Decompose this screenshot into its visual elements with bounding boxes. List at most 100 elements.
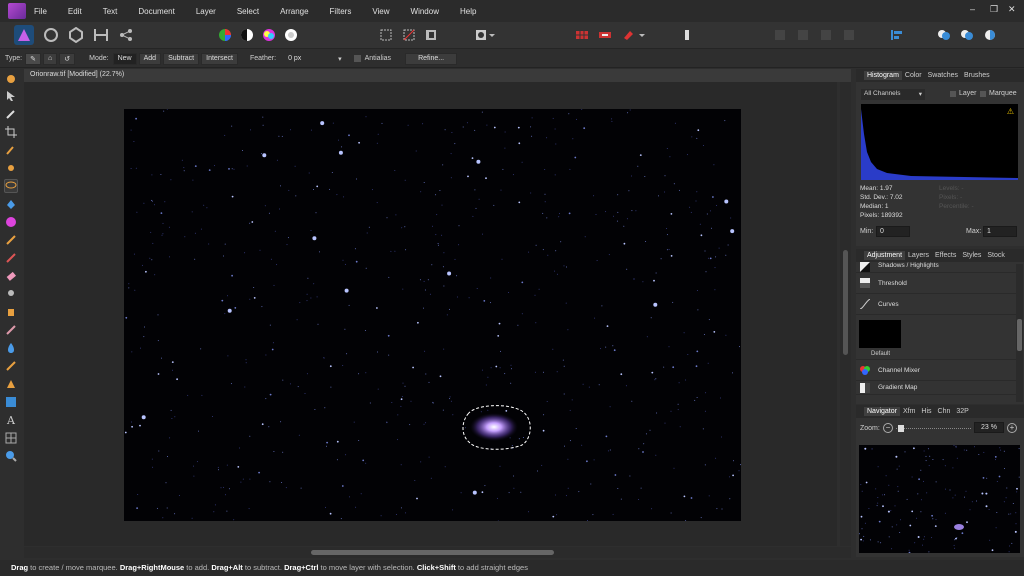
navigator-preview[interactable] bbox=[859, 445, 1020, 553]
horizontal-scroll-thumb[interactable] bbox=[311, 550, 554, 555]
photo-persona-icon[interactable] bbox=[14, 25, 34, 45]
adjustment-item-shadows-highlights[interactable]: Shadows / Highlights bbox=[856, 262, 1016, 273]
min-input[interactable]: 0 bbox=[876, 226, 910, 237]
menu-select[interactable]: Select bbox=[237, 7, 259, 16]
menu-window[interactable]: Window bbox=[411, 7, 439, 16]
magnet-icon[interactable] bbox=[618, 25, 638, 45]
auto-white-balance-icon[interactable] bbox=[281, 25, 301, 45]
mode-intersect-button[interactable]: Intersect bbox=[201, 52, 238, 65]
healing-brush-tool-icon[interactable] bbox=[4, 323, 18, 337]
adjustment-item-gradient-map[interactable]: Gradient Map bbox=[856, 381, 1016, 395]
channels-dropdown[interactable]: All Channels ▾ bbox=[861, 89, 925, 100]
tab-styles[interactable]: Styles bbox=[959, 251, 984, 260]
gradient-tool-icon[interactable] bbox=[4, 215, 18, 229]
menu-view[interactable]: View bbox=[372, 7, 389, 16]
flood-select-tool-icon[interactable] bbox=[4, 161, 18, 175]
zoom-slider[interactable] bbox=[896, 425, 971, 432]
marquee-checkbox[interactable] bbox=[980, 91, 986, 97]
snapping-dropdown-icon[interactable] bbox=[637, 25, 647, 45]
pen-tool-icon[interactable] bbox=[4, 377, 18, 391]
color-picker-tool-icon[interactable] bbox=[4, 107, 18, 121]
paint-brush-tool-icon[interactable] bbox=[4, 233, 18, 247]
tab-adjustment[interactable]: Adjustment bbox=[864, 251, 906, 260]
tone-mapping-persona-icon[interactable] bbox=[91, 25, 111, 45]
levels-icon[interactable] bbox=[215, 25, 235, 45]
tab-swatches[interactable]: Swatches bbox=[925, 71, 961, 80]
menu-help[interactable]: Help bbox=[460, 7, 476, 16]
curves-preset-thumbnail[interactable] bbox=[859, 320, 901, 348]
mesh-warp-tool-icon[interactable] bbox=[4, 431, 18, 445]
fill-tool-icon[interactable] bbox=[4, 197, 18, 211]
tab-navigator[interactable]: Navigator bbox=[864, 407, 900, 416]
select-all-icon[interactable] bbox=[376, 25, 396, 45]
text-tool-icon[interactable]: A bbox=[4, 413, 18, 427]
menu-layer[interactable]: Layer bbox=[196, 7, 216, 16]
blur-tool-icon[interactable] bbox=[4, 341, 18, 355]
tab-histogram[interactable]: Histogram bbox=[864, 71, 902, 80]
move-tool-icon[interactable] bbox=[4, 89, 18, 103]
vertical-scroll-thumb[interactable] bbox=[843, 250, 848, 355]
deselect-icon[interactable] bbox=[399, 25, 419, 45]
vertical-scrollbar[interactable] bbox=[840, 82, 851, 546]
boolean-subtract-icon[interactable] bbox=[957, 25, 977, 45]
tab-effects[interactable]: Effects bbox=[932, 251, 959, 260]
mode-new-button[interactable]: New bbox=[112, 52, 137, 65]
tab-layers[interactable]: Layers bbox=[905, 251, 932, 260]
boolean-intersect-icon[interactable] bbox=[980, 25, 1000, 45]
mode-add-button[interactable]: Add bbox=[138, 52, 162, 65]
chevron-down-icon[interactable] bbox=[487, 25, 497, 45]
adjustment-scroll-thumb[interactable] bbox=[1017, 319, 1022, 351]
tab-channels[interactable]: Chn bbox=[935, 407, 954, 416]
freehand-selection-tool-icon[interactable] bbox=[4, 179, 18, 193]
invert-selection-icon[interactable] bbox=[421, 25, 441, 45]
minimize-button[interactable]: – bbox=[970, 4, 975, 14]
tab-color[interactable]: Color bbox=[902, 71, 925, 80]
polygonal-type-icon[interactable]: ⌂ bbox=[43, 52, 58, 65]
liquify-persona-icon[interactable] bbox=[41, 25, 61, 45]
develop-persona-icon[interactable] bbox=[66, 25, 86, 45]
menu-file[interactable]: File bbox=[34, 7, 47, 16]
tab-transform[interactable]: Xfm bbox=[900, 407, 918, 416]
auto-colors-icon[interactable] bbox=[259, 25, 279, 45]
boolean-add-icon[interactable] bbox=[934, 25, 954, 45]
menu-document[interactable]: Document bbox=[138, 7, 174, 16]
assistant-icon[interactable] bbox=[677, 25, 697, 45]
chevron-down-icon[interactable]: ▾ bbox=[338, 55, 342, 63]
menu-filters[interactable]: Filters bbox=[330, 7, 352, 16]
max-input[interactable]: 1 bbox=[983, 226, 1017, 237]
adjustment-item-channel-mixer[interactable]: Channel Mixer bbox=[856, 360, 1016, 381]
rectangle-tool-icon[interactable] bbox=[4, 395, 18, 409]
dodge-tool-icon[interactable] bbox=[4, 287, 18, 301]
freehand-type-icon[interactable]: ✎ bbox=[25, 52, 41, 65]
canvas-area[interactable] bbox=[24, 82, 837, 546]
tab-brushes[interactable]: Brushes bbox=[961, 71, 993, 80]
adjustment-scrollbar[interactable] bbox=[1016, 264, 1023, 402]
close-button[interactable]: ✕ bbox=[1008, 4, 1016, 15]
horizontal-scrollbar[interactable] bbox=[24, 547, 851, 558]
orion-image[interactable] bbox=[124, 109, 741, 521]
snapping-icon[interactable] bbox=[595, 25, 615, 45]
magnetic-type-icon[interactable]: ↺ bbox=[59, 52, 76, 65]
restore-button[interactable]: ❒ bbox=[990, 4, 998, 15]
tab-stock[interactable]: Stock bbox=[984, 251, 1008, 260]
document-tab[interactable]: Orionraw.tif [Modified] (22.7%) bbox=[24, 69, 851, 82]
pixel-tool-icon[interactable] bbox=[4, 251, 18, 265]
refine-button[interactable]: Refine... bbox=[405, 52, 458, 65]
feather-input[interactable]: 0 px bbox=[284, 52, 335, 65]
zoom-slider-handle[interactable] bbox=[898, 425, 904, 432]
menu-text[interactable]: Text bbox=[103, 7, 118, 16]
zoom-input[interactable]: 23 % bbox=[974, 422, 1004, 433]
grid-icon[interactable] bbox=[572, 25, 592, 45]
antialias-checkbox[interactable] bbox=[353, 55, 361, 62]
adjustment-item-curves[interactable]: Curves bbox=[856, 294, 1016, 315]
hand-tool-icon[interactable] bbox=[4, 71, 18, 85]
selection-brush-tool-icon[interactable] bbox=[4, 143, 18, 157]
crop-tool-icon[interactable] bbox=[4, 125, 18, 139]
layer-checkbox[interactable] bbox=[950, 91, 956, 97]
adjustment-item-threshold[interactable]: Threshold bbox=[856, 273, 1016, 294]
export-persona-icon[interactable] bbox=[116, 25, 136, 45]
tab-32p[interactable]: 32P bbox=[953, 407, 971, 416]
clone-tool-icon[interactable] bbox=[4, 305, 18, 319]
zoom-in-icon[interactable]: + bbox=[1007, 423, 1017, 433]
erase-brush-tool-icon[interactable] bbox=[4, 269, 18, 283]
